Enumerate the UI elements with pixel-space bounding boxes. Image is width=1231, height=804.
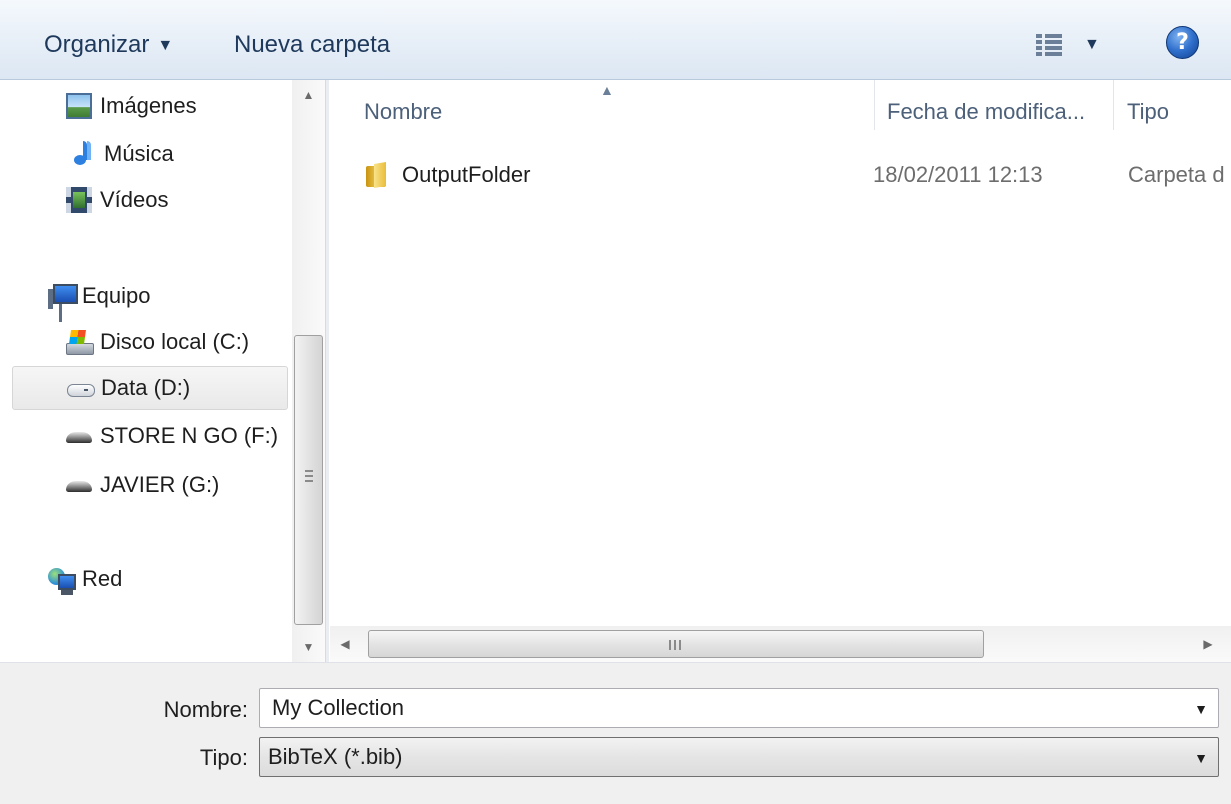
nav-item-store-n-go[interactable]: STORE N GO (F:): [66, 414, 278, 458]
navigation-scrollbar[interactable]: ▲ ▼: [292, 80, 325, 662]
column-divider[interactable]: [1113, 80, 1114, 130]
nav-item-label: Equipo: [82, 283, 151, 308]
column-header-type[interactable]: Tipo: [1127, 92, 1169, 132]
videos-icon: [66, 187, 92, 213]
grip-icon: [669, 640, 681, 650]
grip-icon: [305, 470, 313, 482]
nav-item-label: Disco local (C:): [100, 329, 250, 354]
file-type: Carpeta d: [1128, 162, 1225, 187]
organize-button[interactable]: Organizar ▼: [44, 26, 173, 64]
nav-item-videos[interactable]: Vídeos: [66, 178, 169, 222]
computer-icon: [48, 283, 78, 309]
pane-divider[interactable]: [325, 80, 329, 662]
file-name-value: My Collection: [272, 695, 405, 720]
file-list: Nombre ▲ Fecha de modifica... Tipo Outpu…: [330, 80, 1231, 626]
file-date: 18/02/2011 12:13: [873, 162, 1043, 187]
column-header-label: Fecha de modifica...: [887, 99, 1086, 124]
drive-icon: [67, 375, 95, 401]
nav-item-network[interactable]: Red: [48, 557, 122, 601]
nav-item-pictures[interactable]: Imágenes: [66, 84, 197, 128]
file-name-cell: OutputFolder: [366, 150, 530, 200]
help-icon[interactable]: ?: [1166, 26, 1199, 59]
column-header-label: Nombre: [364, 99, 443, 124]
change-view-button[interactable]: ▼: [1036, 28, 1116, 62]
column-header-label: Tipo: [1127, 99, 1169, 124]
chevron-down-icon[interactable]: ▼: [1084, 36, 1100, 54]
file-type-value: BibTeX (*.bib): [268, 744, 403, 769]
chevron-down-icon[interactable]: ▼: [1194, 689, 1208, 727]
file-name: OutputFolder: [402, 162, 531, 187]
scrollbar-thumb[interactable]: [368, 630, 984, 658]
chevron-down-icon[interactable]: ▼: [1194, 738, 1208, 776]
new-folder-label: Nueva carpeta: [234, 31, 391, 58]
nav-item-label: Red: [82, 566, 123, 591]
save-form: Nombre: My Collection ▼ Tipo: BibTeX (*.…: [0, 662, 1231, 804]
views-list-icon: [1036, 34, 1062, 56]
nav-item-javier[interactable]: JAVIER (G:): [66, 463, 219, 507]
sort-ascending-icon: ▲: [600, 82, 614, 98]
music-icon: [70, 141, 96, 167]
scroll-right-arrow-icon[interactable]: ▶: [1193, 626, 1223, 662]
nav-item-label: Música: [104, 141, 174, 166]
column-header-date[interactable]: Fecha de modifica...: [887, 92, 1085, 132]
removable-drive-icon: [66, 423, 92, 449]
new-folder-button[interactable]: Nueva carpeta: [234, 26, 390, 64]
organize-label: Organizar: [44, 31, 150, 58]
scrollbar-thumb[interactable]: [294, 335, 323, 625]
horizontal-scrollbar[interactable]: ◀ ▶: [330, 626, 1231, 662]
column-divider[interactable]: [874, 80, 875, 130]
pictures-icon: [66, 93, 92, 119]
nav-item-label: Imágenes: [100, 93, 197, 118]
file-type-label: Tipo:: [199, 745, 248, 770]
nav-item-music[interactable]: Música: [70, 132, 174, 176]
network-icon: [48, 566, 76, 592]
folder-icon: [366, 163, 390, 187]
nav-item-label: Data (D:): [101, 375, 191, 400]
nav-item-label: JAVIER (G:): [100, 472, 220, 497]
command-bar: Organizar ▼ Nueva carpeta ▼ ?: [0, 0, 1231, 80]
nav-item-label: STORE N GO (F:): [100, 423, 279, 448]
navigation-pane: Imágenes Música Vídeos Equipo Disco loca…: [0, 80, 330, 662]
nav-item-data-drive[interactable]: Data (D:): [12, 366, 288, 410]
column-header-name[interactable]: Nombre: [364, 92, 442, 132]
scroll-up-arrow-icon[interactable]: ▲: [292, 80, 325, 110]
nav-item-local-disk[interactable]: Disco local (C:): [66, 320, 249, 364]
file-name-field[interactable]: My Collection ▼: [259, 688, 1219, 728]
nav-item-label: Vídeos: [100, 187, 169, 212]
file-type-select[interactable]: BibTeX (*.bib) ▼: [259, 737, 1219, 777]
chevron-down-icon: ▼: [157, 37, 174, 54]
removable-drive-icon: [66, 472, 92, 498]
scroll-left-arrow-icon[interactable]: ◀: [330, 626, 360, 662]
scroll-down-arrow-icon[interactable]: ▼: [292, 632, 325, 662]
local-disk-icon: [66, 329, 94, 355]
nav-item-computer[interactable]: Equipo: [48, 274, 151, 318]
table-row[interactable]: OutputFolder 18/02/2011 12:13 Carpeta d: [360, 150, 1231, 200]
file-name-label: Nombre:: [163, 697, 248, 722]
